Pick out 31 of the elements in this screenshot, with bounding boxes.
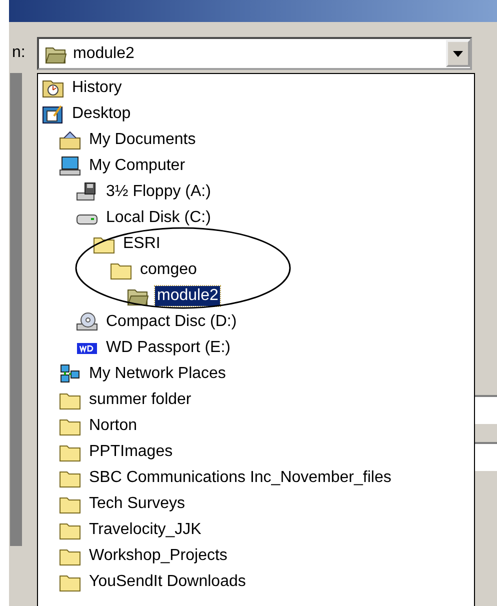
documents-folder-icon: [59, 130, 81, 150]
tree-item[interactable]: Norton: [87, 416, 140, 436]
tree-item[interactable]: comgeo: [138, 260, 199, 280]
dropdown-button[interactable]: [446, 40, 470, 67]
caret-icon: [453, 50, 463, 56]
tree-item[interactable]: YouSendIt Downloads: [87, 572, 248, 592]
tree-item[interactable]: Local Disk (C:): [104, 208, 213, 228]
tree-item[interactable]: Workshop_Projects: [87, 546, 230, 566]
tree-item[interactable]: My Computer: [87, 156, 188, 176]
tree-item[interactable]: My Network Places: [87, 364, 228, 384]
network-icon: [59, 364, 81, 384]
tree-item[interactable]: History: [70, 78, 124, 98]
tree-item[interactable]: My Documents: [87, 130, 198, 150]
tree-item[interactable]: WD Passport (E:): [104, 338, 232, 358]
tree-item[interactable]: Desktop: [70, 104, 133, 124]
tree-item[interactable]: module2: [155, 286, 220, 306]
look-in-combo[interactable]: module2: [37, 37, 472, 70]
tree-item[interactable]: 3½ Floppy (A:): [104, 182, 213, 202]
tree-item[interactable]: SBC Communications Inc_November_files: [87, 468, 394, 488]
tree-item[interactable]: Travelocity_JJK: [87, 520, 204, 540]
computer-icon: [59, 156, 81, 176]
look-in-label: n:: [11, 43, 26, 62]
tree-item[interactable]: ESRI: [121, 234, 162, 254]
tree-item[interactable]: Tech Surveys: [87, 494, 188, 514]
tree-item[interactable]: summer folder: [87, 390, 194, 410]
desktop-icon: [42, 104, 64, 124]
floppy-drive-icon: [76, 182, 98, 202]
clock-folder-icon: [42, 78, 64, 98]
cd-drive-icon: [76, 312, 98, 332]
tree-item[interactable]: PPTImages: [87, 442, 175, 462]
tree-item[interactable]: Compact Disc (D:): [104, 312, 239, 332]
